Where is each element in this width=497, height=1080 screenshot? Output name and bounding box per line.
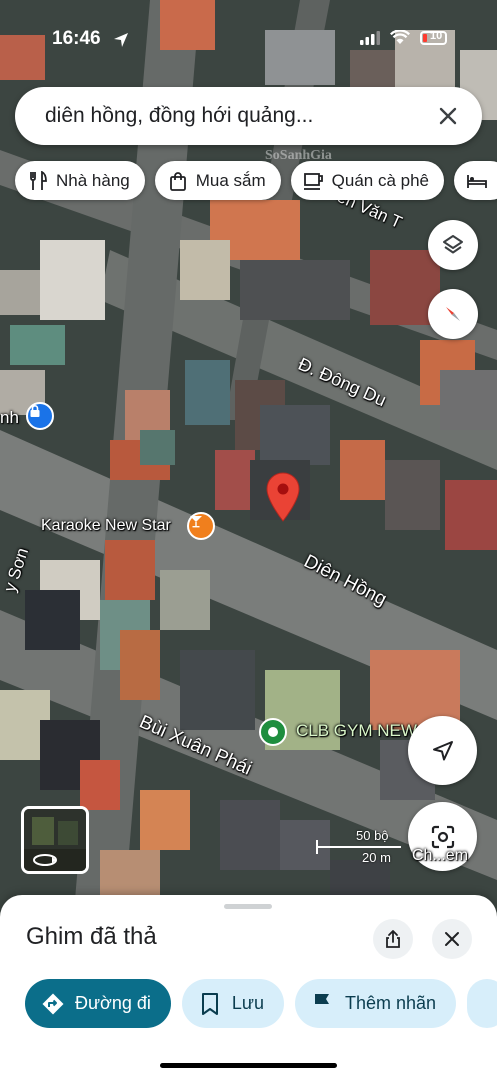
home-indicator [160,1063,337,1068]
bed-icon [467,174,487,188]
lock-place-marker[interactable] [26,402,54,430]
chip-label: Mua sắm [195,170,266,190]
status-bar: 16:46 10 [0,0,497,72]
chip-shopping[interactable]: Mua sắm [154,161,281,200]
coffee-cup-icon [303,172,323,190]
battery-icon: 10 [420,29,447,45]
directions-label: Đường đi [75,993,151,1013]
chip-label: Nhà hàng [56,170,130,190]
bottom-sheet[interactable]: Ghim đã thả Đường đi Lưu Thêm nhãn [0,895,497,1080]
share-button[interactable] [373,919,413,959]
gym-marker[interactable] [259,718,287,746]
status-time: 16:46 [52,28,101,49]
wifi-icon [390,30,410,44]
place-label-karaoke[interactable]: Karaoke New Star [41,517,171,535]
category-chips: Nhà hàng Mua sắm Quán cà phê [15,161,497,200]
action-buttons: Đường đi Lưu Thêm nhãn [25,979,497,1028]
lock-icon [30,405,40,417]
save-label: Lưu [231,993,264,1013]
my-location-button[interactable] [408,716,477,785]
chip-coffee[interactable]: Quán cà phê [290,161,445,200]
status-icons: 10 [360,30,447,45]
scale-feet: 50 bộ [356,828,389,843]
directions-button[interactable]: Đường đi [25,979,171,1028]
navigation-arrow-icon [432,740,453,760]
close-sheet-button[interactable] [432,919,472,959]
place-label-nh: nh [0,408,19,427]
compass-icon [446,307,460,321]
karaoke-marker[interactable] [187,512,215,540]
chip-hotels[interactable] [454,161,497,200]
flag-icon [314,993,329,1014]
layers-button[interactable] [428,220,478,270]
layers-icon [443,235,463,254]
map-scale: 50 bộ 20 m [316,828,406,868]
battery-level: 10 [430,29,443,42]
share-icon [386,930,400,948]
sheet-title: Ghim đã thả [26,923,157,950]
chip-label: Quán cà phê [331,170,430,190]
bookmark-icon [201,992,218,1015]
close-icon [439,107,457,125]
clear-search-button[interactable] [428,96,468,136]
signal-icon [360,30,380,45]
rotate-360-icon [33,854,57,866]
lens-label: Ch...em [412,847,469,864]
dropped-pin-icon[interactable] [266,472,300,522]
place-label-gym[interactable]: CLB GYM NEW [296,721,417,741]
dot-icon [268,727,278,737]
shopping-bag-icon [169,171,186,191]
search-input[interactable]: diên hồng, đồng hới quảng... [45,104,428,128]
close-icon [445,932,459,946]
save-button[interactable]: Lưu [181,979,284,1028]
add-label-label: Thêm nhãn [344,993,437,1013]
search-bar[interactable]: diên hồng, đồng hới quảng... [15,87,482,145]
street-view-thumbnail[interactable] [21,806,89,874]
location-arrow-icon [114,33,128,47]
chip-restaurants[interactable]: Nhà hàng [15,161,145,200]
compass-button[interactable] [428,289,478,339]
scale-meters: 20 m [362,850,391,865]
camera-lens-icon [431,825,454,848]
more-actions-button[interactable] [467,979,497,1028]
directions-icon [42,993,64,1014]
fork-knife-icon [30,170,47,190]
add-label-button[interactable]: Thêm nhãn [294,979,457,1028]
drag-handle[interactable] [224,904,272,909]
cocktail-icon [190,516,202,528]
